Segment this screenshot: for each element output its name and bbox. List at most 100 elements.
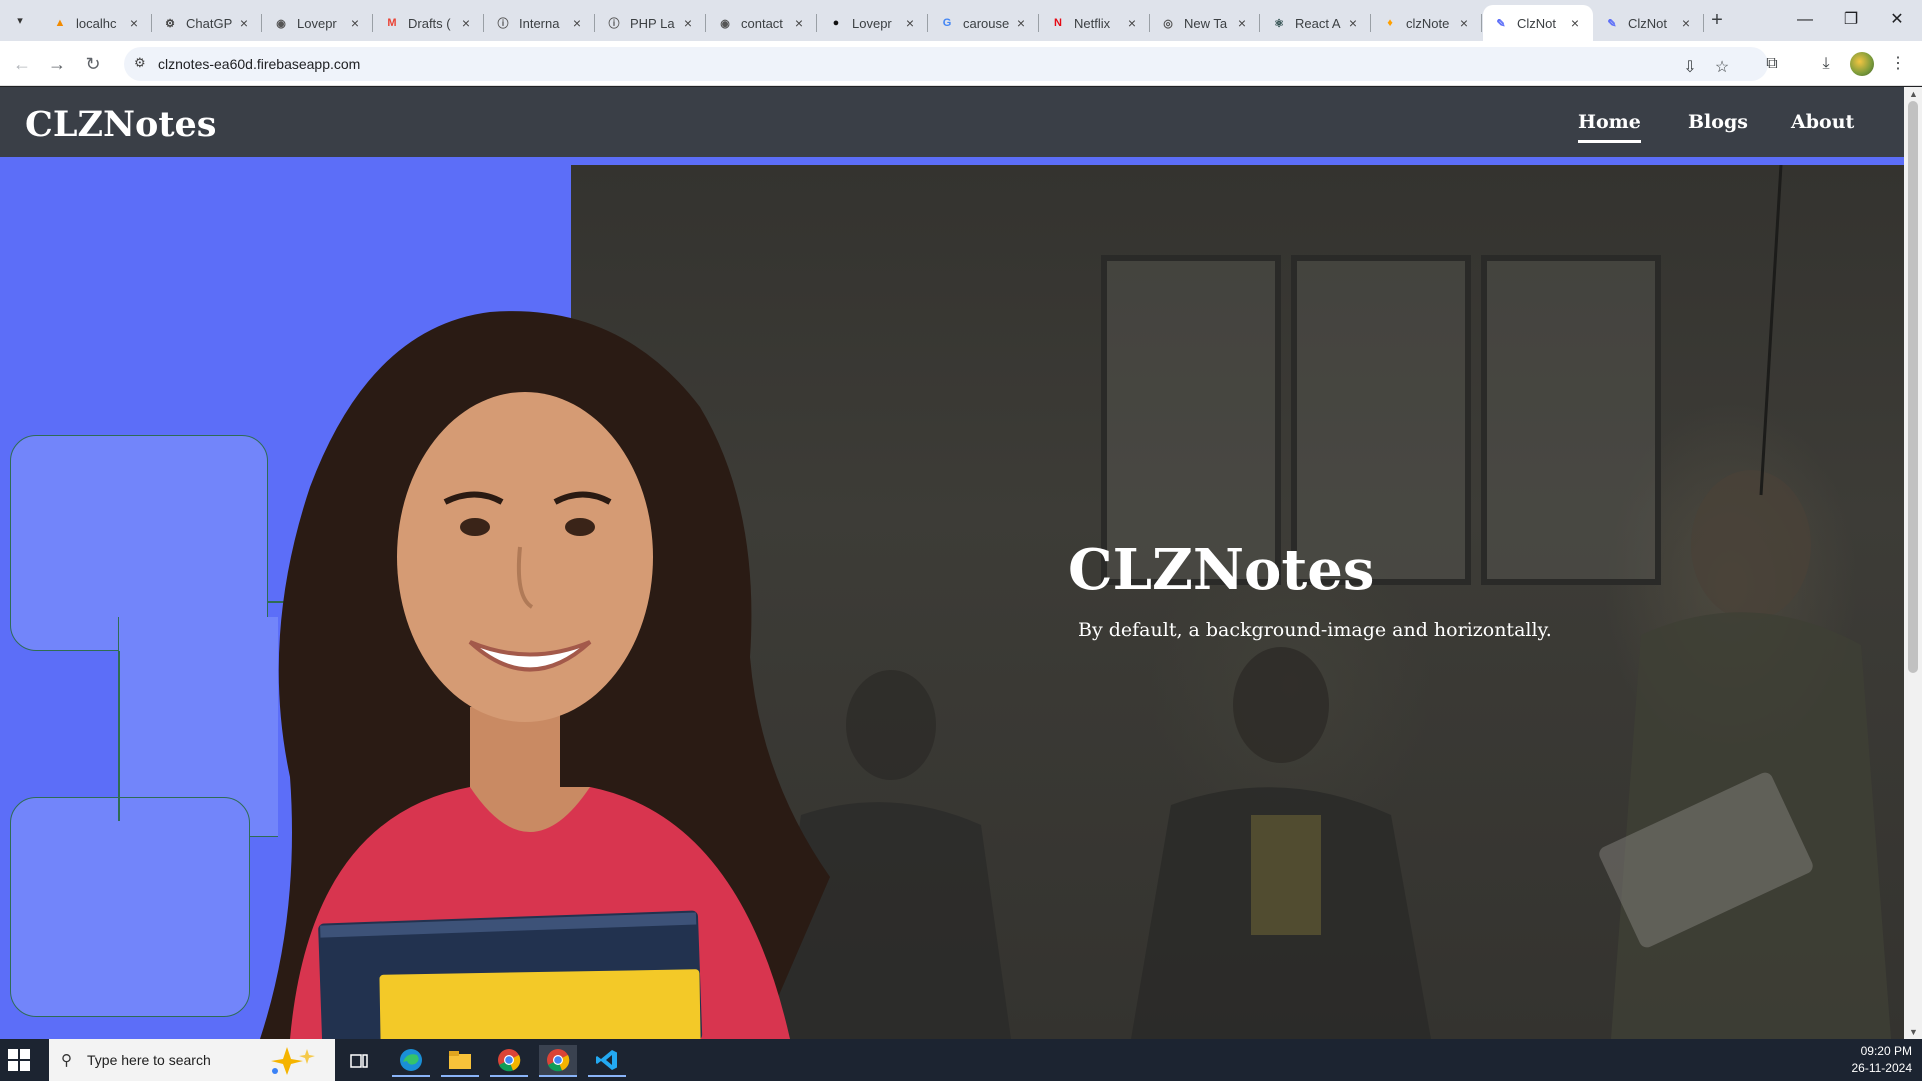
browser-tab[interactable]: ▲ localhc × <box>42 5 152 41</box>
back-arrow-icon[interactable]: ← <box>8 50 36 78</box>
close-tab-icon[interactable]: × <box>902 15 918 31</box>
windows-start-icon[interactable] <box>8 1049 30 1071</box>
close-tab-icon[interactable]: × <box>791 15 807 31</box>
browser-tab-title: Lovepr <box>297 15 337 31</box>
close-tab-icon[interactable]: × <box>1345 15 1361 31</box>
browser-tab-title: Lovepr <box>852 15 892 31</box>
globe-icon: ◉ <box>720 17 730 30</box>
browser-tab-title: ClzNot <box>1517 15 1557 31</box>
xampp-icon: ▲ <box>54 17 66 29</box>
install-app-icon[interactable]: ⇩ <box>1676 54 1704 82</box>
close-tab-icon[interactable]: × <box>1567 15 1583 31</box>
browser-tab[interactable]: ◉ Lovepr × <box>263 5 373 41</box>
new-tab-plus-icon[interactable]: + <box>1704 8 1730 34</box>
nav-link-blogs[interactable]: Blogs <box>1688 111 1748 133</box>
close-tab-icon[interactable]: × <box>126 15 142 31</box>
browser-tab[interactable]: ◎ New Ta × <box>1150 5 1260 41</box>
scroll-up-arrow-icon[interactable]: ▲ <box>1909 89 1918 99</box>
reload-icon[interactable]: ↻ <box>79 50 107 78</box>
chrome-icon[interactable] <box>490 1045 528 1077</box>
tab-separator <box>1481 14 1482 32</box>
clock-time: 09:20 PM <box>1860 1044 1912 1058</box>
navbar-accent-bar <box>0 157 1904 165</box>
tab-separator <box>1370 14 1371 32</box>
profile-avatar[interactable] <box>1850 52 1874 76</box>
quill-icon: ✎ <box>1607 17 1617 30</box>
chrome-profile-icon[interactable] <box>539 1045 577 1077</box>
downloads-icon[interactable]: ⤓ <box>1812 50 1840 78</box>
close-tab-icon[interactable]: × <box>1124 15 1140 31</box>
browser-toolbar: ← → ↻ ⚙ clznotes-ea60d.firebaseapp.com ⇩… <box>0 41 1922 86</box>
windows-taskbar: ⚲ Type here to search 09:20 PM 26-11-202… <box>0 1039 1922 1081</box>
browser-tab-title: ChatGP <box>186 15 233 31</box>
taskbar-search-box[interactable]: ⚲ Type here to search <box>49 1039 335 1081</box>
task-view-icon[interactable] <box>340 1045 378 1077</box>
tab-separator <box>1259 14 1260 32</box>
close-tab-icon[interactable]: × <box>680 15 696 31</box>
gmail-icon: M <box>387 17 397 29</box>
close-tab-icon[interactable]: × <box>1234 15 1250 31</box>
browser-tab[interactable]: ● Lovepr × <box>818 5 928 41</box>
chrome-menu-icon[interactable]: ⋮ <box>1884 50 1912 78</box>
nav-link-home[interactable]: Home <box>1578 111 1641 143</box>
browser-tab[interactable]: M Drafts (× <box>374 5 484 41</box>
browser-tab-title: localhc <box>76 15 117 31</box>
browser-tab[interactable]: ✎ ClzNot × <box>1594 5 1704 41</box>
close-tab-icon[interactable]: × <box>347 15 363 31</box>
info-icon: ⓘ <box>497 18 509 30</box>
hero-title: CLZNotes <box>1068 537 1375 603</box>
hero-subtitle: By default, a background-image and horiz… <box>1078 619 1552 641</box>
extensions-puzzle-icon[interactable]: ⧉ <box>1758 50 1786 78</box>
browser-tab-title: Netflix <box>1074 15 1111 31</box>
site-navbar: CLZNotes Home Blogs About <box>0 87 1904 157</box>
search-icon: ⚲ <box>61 1052 72 1069</box>
close-window-icon[interactable]: ✕ <box>1874 6 1920 34</box>
scrollbar-thumb[interactable] <box>1908 101 1918 673</box>
scroll-down-arrow-icon[interactable]: ▼ <box>1909 1027 1918 1037</box>
page-scrollbar[interactable]: ▲ ▼ <box>1904 87 1922 1039</box>
browser-tab[interactable]: ⚙ ChatGP × <box>152 5 262 41</box>
browser-tab[interactable]: ⚛ React A × <box>1261 5 1371 41</box>
file-explorer-icon[interactable] <box>441 1045 479 1077</box>
close-tab-icon[interactable]: × <box>458 15 474 31</box>
tab-separator <box>816 14 817 32</box>
close-tab-icon[interactable]: × <box>1456 15 1472 31</box>
chatgpt-icon: ⚙ <box>165 17 175 30</box>
restore-window-icon[interactable]: ❐ <box>1828 6 1874 34</box>
browser-tab-title: ClzNot <box>1628 15 1668 31</box>
browser-tab[interactable]: ◉ contact × <box>707 5 817 41</box>
address-bar[interactable]: ⚙ clznotes-ea60d.firebaseapp.com ⇩ ☆ <box>124 47 1768 81</box>
system-clock[interactable]: 09:20 PM 26-11-2024 <box>1852 1043 1913 1077</box>
edge-icon[interactable] <box>392 1045 430 1077</box>
browser-tab[interactable]: ♦ clzNote × <box>1372 5 1482 41</box>
bookmark-star-icon[interactable]: ☆ <box>1708 54 1736 82</box>
forward-arrow-icon[interactable]: → <box>43 50 71 78</box>
clock-date: 26-11-2024 <box>1851 1061 1913 1075</box>
close-tab-icon[interactable]: × <box>569 15 585 31</box>
tab-separator <box>372 14 373 32</box>
site-brand-logo[interactable]: CLZNotes <box>25 104 217 145</box>
tab-separator <box>705 14 706 32</box>
nav-link-about[interactable]: About <box>1791 111 1854 133</box>
minimize-window-icon[interactable]: — <box>1782 6 1828 34</box>
close-tab-icon[interactable]: × <box>236 15 252 31</box>
chrome-icon: ◎ <box>1163 17 1173 30</box>
address-bar-url[interactable]: clznotes-ea60d.firebaseapp.com <box>158 56 360 72</box>
browser-tab[interactable]: ✎ ClzNot × <box>1483 5 1593 41</box>
tab-search-chevron-icon[interactable]: ▾ <box>8 8 32 32</box>
browser-tab[interactable]: ⓘ PHP La × <box>596 5 706 41</box>
site-info-tune-icon[interactable]: ⚙ <box>134 55 152 73</box>
vscode-icon[interactable] <box>588 1045 626 1077</box>
close-tab-icon[interactable]: × <box>1013 15 1029 31</box>
browser-tab[interactable]: Gcarouse × <box>929 5 1039 41</box>
browser-tab-strip: ▾ ▲ localhc × ⚙ ChatGP × ◉ Lovepr × M Drafts (× ⓘ In… <box>0 0 1922 41</box>
browser-tab[interactable]: N Netflix × <box>1040 5 1150 41</box>
tab-separator <box>1038 14 1039 32</box>
browser-tab[interactable]: ⓘ Interna × <box>485 5 595 41</box>
browser-tab-title: contact <box>741 15 783 31</box>
browser-tab-title: PHP La <box>630 15 675 31</box>
close-tab-icon[interactable]: × <box>1678 15 1694 31</box>
netflix-icon: N <box>1054 17 1062 29</box>
firebase-icon: ♦ <box>1387 17 1393 29</box>
tab-separator <box>594 14 595 32</box>
